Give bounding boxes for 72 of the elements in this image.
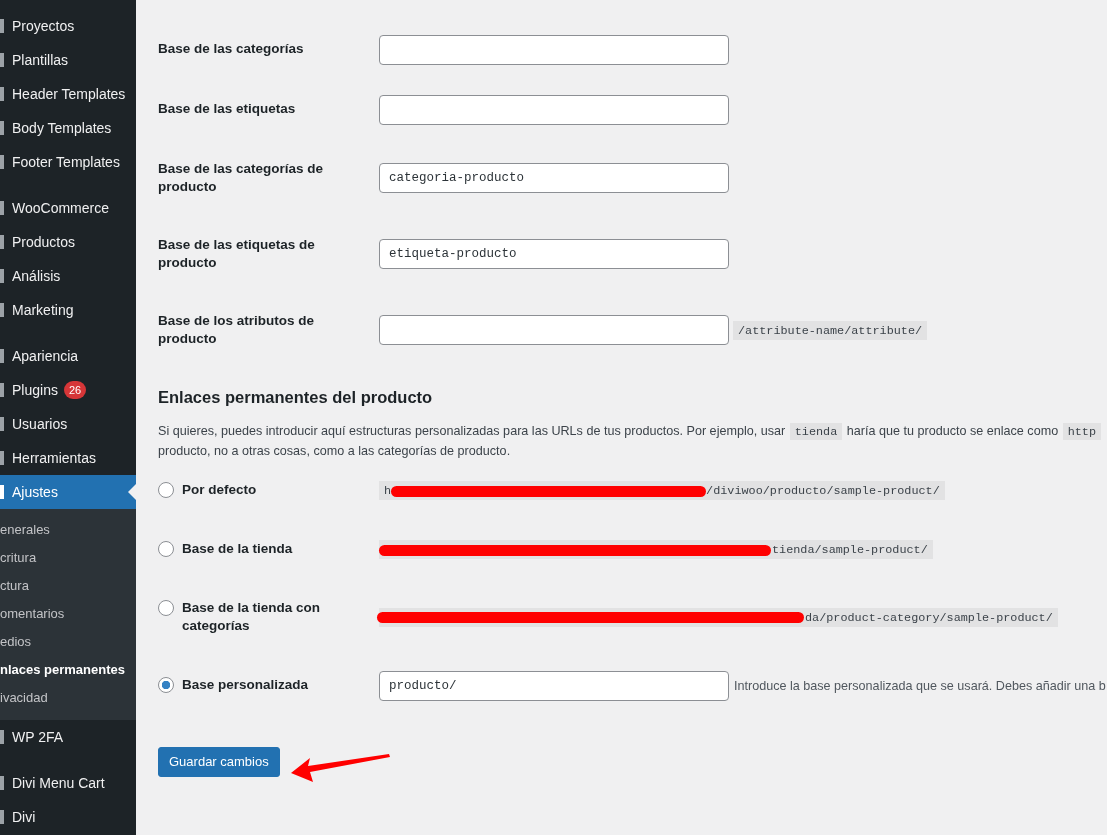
partial-icon	[0, 121, 4, 135]
submenu-item[interactable]: ctura	[0, 572, 136, 600]
description-text: Si quieres, puedes introducir aquí estructuras personalizadas para las URLs de tus productos. Por ejemplo, usar tienda haría que tu producto se enlace como http	[158, 422, 1107, 442]
text-field[interactable]	[379, 95, 729, 125]
partial-icon	[0, 730, 4, 744]
sidebar-item[interactable]: Plugins 26	[0, 373, 136, 407]
partial-icon	[0, 349, 4, 363]
sidebar-item[interactable]: Productos	[0, 225, 136, 259]
sidebar-item[interactable]: Plantillas	[0, 43, 136, 77]
field-label: Base de las etiquetas de producto	[158, 237, 315, 270]
sidebar-item[interactable]: Footer Templates	[0, 145, 136, 179]
partial-icon	[0, 201, 4, 215]
sidebar-item[interactable]: WooCommerce	[0, 191, 136, 225]
sidebar-item[interactable]: Proyectos	[0, 9, 136, 43]
count-badge: 26	[63, 381, 87, 399]
text-field[interactable]	[379, 315, 729, 345]
sidebar-item[interactable]: Header Templates	[0, 77, 136, 111]
field-label: Base de las categorías de producto	[158, 161, 324, 194]
option-label: Por defecto	[182, 481, 257, 499]
save-button[interactable]: Guardar cambios	[158, 747, 280, 777]
partial-icon	[0, 19, 4, 33]
sidebar-item[interactable]: Body Templates	[0, 111, 136, 145]
partial-icon	[0, 417, 4, 431]
sidebar-item[interactable]: Ajustes	[0, 475, 136, 509]
sidebar-item[interactable]: Marketing	[0, 293, 136, 327]
menu-pointer-icon	[128, 484, 136, 500]
partial-icon	[0, 485, 4, 499]
sidebar-item[interactable]: Herramientas	[0, 441, 136, 475]
sidebar-item[interactable]: WP 2FA	[0, 720, 136, 754]
radio-button[interactable]	[158, 541, 174, 557]
partial-icon	[0, 269, 4, 283]
option-label: Base de la tienda con categorías	[182, 599, 322, 635]
url-text: h	[384, 484, 392, 498]
radio-button[interactable]	[158, 600, 174, 616]
submenu-item[interactable]: critura	[0, 544, 136, 572]
text-field[interactable]	[379, 35, 729, 65]
field-label: Base de las categorías	[158, 41, 304, 56]
text-field[interactable]: categoria-producto	[379, 163, 729, 193]
sidebar-item[interactable]: Divi Menu Cart	[0, 766, 136, 800]
partial-icon	[0, 451, 4, 465]
url-text: /diviwoo/producto/sample-product/	[706, 484, 940, 498]
url-text: da/product-category/sample-product/	[805, 611, 1053, 625]
radio-button[interactable]	[158, 482, 174, 498]
section-heading: Enlaces permanentes del producto	[158, 387, 434, 408]
sidebar-item[interactable]: Usuarios	[0, 407, 136, 441]
partial-icon	[0, 87, 4, 101]
field-label: Base de las etiquetas	[158, 101, 296, 116]
code-snippet: /attribute-name/attribute/	[733, 320, 928, 340]
text-field[interactable]: producto/	[379, 671, 729, 701]
text-field[interactable]: etiqueta-producto	[379, 239, 729, 269]
sidebar-item[interactable]: Análisis	[0, 259, 136, 293]
submenu-item[interactable]: nlaces permanentes	[0, 656, 136, 684]
submenu-item[interactable]: edios	[0, 628, 136, 656]
submenu-item[interactable]: ivacidad	[0, 684, 136, 712]
partial-icon	[0, 776, 4, 790]
submenu-item[interactable]: omentarios	[0, 600, 136, 628]
partial-icon	[0, 383, 4, 397]
partial-icon	[0, 810, 4, 824]
partial-icon	[0, 155, 4, 169]
partial-icon	[0, 53, 4, 67]
radio-button[interactable]	[158, 677, 174, 693]
submenu-item[interactable]: enerales	[0, 516, 136, 544]
field-label: Base de los atributos de producto	[158, 313, 315, 346]
option-label: Base de la tienda	[182, 540, 293, 558]
sidebar-item[interactable]: Apariencia	[0, 339, 136, 373]
description-text: producto, no a otras cosas, como a las categorías de producto.	[158, 442, 512, 460]
sidebar-item[interactable]: Divi	[0, 800, 136, 834]
option-label: Base personalizada	[182, 676, 309, 694]
partial-icon	[0, 235, 4, 249]
url-text: tienda/sample-product/	[772, 543, 928, 557]
hint-text: Introduce la base personalizada que se usará. Debes añadir una b	[734, 677, 1106, 695]
partial-icon	[0, 303, 4, 317]
